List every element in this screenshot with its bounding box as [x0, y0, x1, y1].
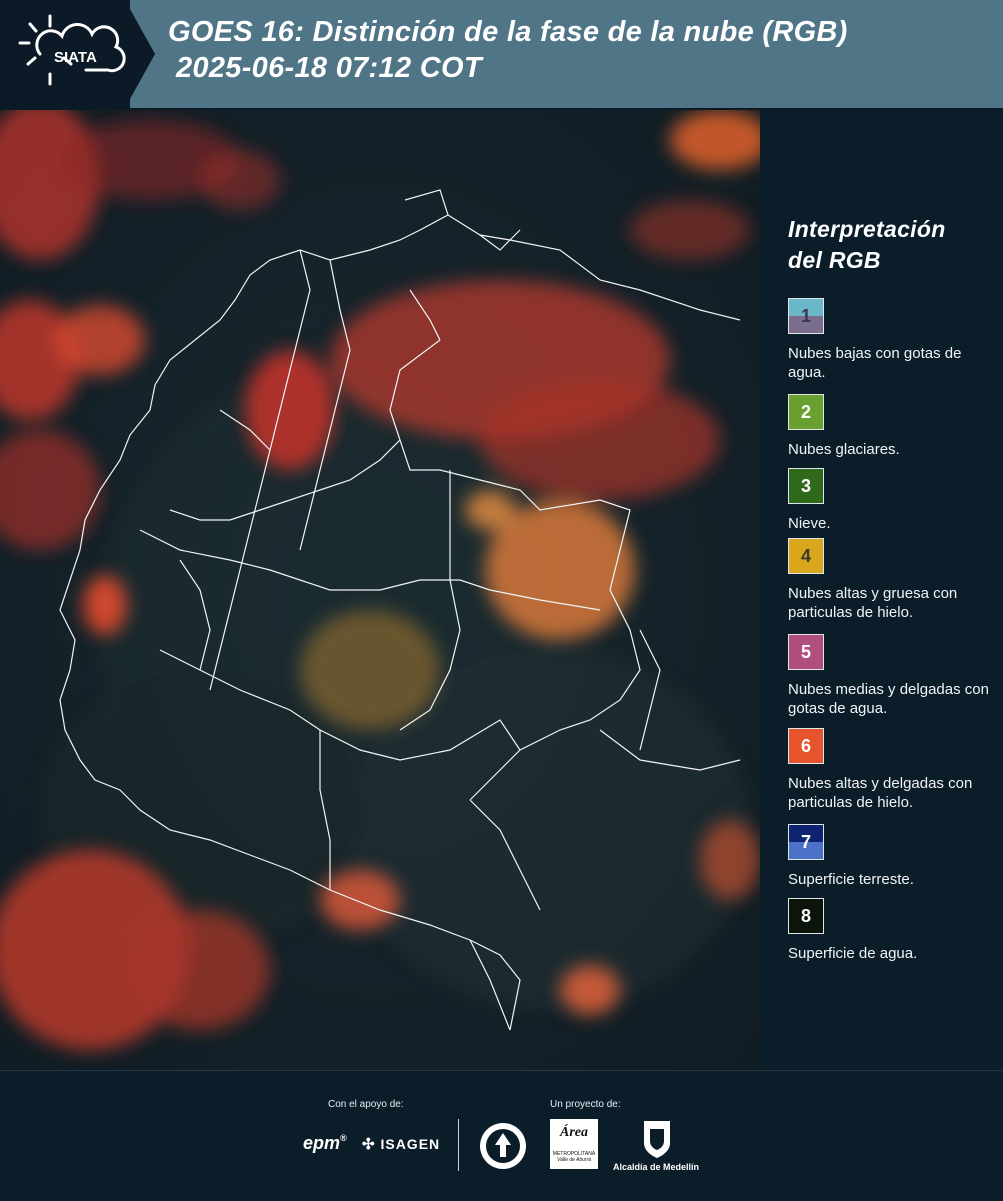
- legend-number: 7: [800, 831, 811, 852]
- legend-item-5: 5 Nubes medias y delgadas con gotas de ag…: [788, 634, 993, 718]
- legend-swatch: 7: [788, 824, 824, 860]
- epm-logo-text: epm: [303, 1133, 341, 1153]
- legend-item-6: 6 Nubes altas y delgadas con particulas d…: [788, 728, 993, 812]
- legend-label: Nubes medias y delgadas con gotas de agu…: [788, 681, 989, 717]
- legend-item-3: 3 Nieve.: [788, 468, 993, 533]
- legend-swatch: 4: [788, 538, 824, 574]
- siata-logo: SIATA: [0, 0, 155, 108]
- legend-swatch: 6: [788, 728, 824, 764]
- alcaldia-shield-icon: [644, 1121, 670, 1158]
- legend-title-line-2: del RGB: [788, 247, 881, 273]
- legend-item-1: 1 Nubes bajas con gotas de agua.: [788, 298, 993, 382]
- legend-label: Nubes bajas con gotas de agua.: [788, 345, 962, 381]
- siata-logo-text: SIATA: [54, 49, 97, 66]
- legend-number: 5: [800, 641, 811, 662]
- legend-item-4: 4 Nubes altas y gruesa con particulas de …: [788, 538, 993, 622]
- isagen-logo: ✣ ISAGEN: [362, 1135, 440, 1153]
- legend-swatch: 2: [788, 394, 824, 430]
- legend-number: 4: [800, 545, 811, 566]
- legend-item-7: 7 Superficie terreste.: [788, 824, 993, 889]
- legend-swatch: 5: [788, 634, 824, 670]
- legend-swatch: 3: [788, 468, 824, 504]
- legend-number: 8: [800, 905, 811, 926]
- legend-item-8: 8 Superficie de agua.: [788, 898, 993, 963]
- legend-label: Superficie terreste.: [788, 871, 914, 888]
- legend-title: Interpretación del RGB: [788, 214, 988, 276]
- satellite-rgb-map: [0, 110, 760, 1070]
- medellin-seal-icon: [480, 1123, 526, 1169]
- legend-number: 1: [800, 305, 811, 326]
- legend-number: 3: [800, 475, 811, 496]
- legend-panel: Interpretación del RGB 1 Nubes bajas con …: [788, 214, 989, 962]
- alcaldia-logo-text: Alcaldía de Medellín: [613, 1162, 700, 1172]
- isagen-mark-icon: ✣: [362, 1136, 376, 1153]
- legend-swatch: 1: [788, 298, 824, 334]
- footer: Con el apoyo de: Un proyecto de: epm® ✣ …: [0, 1070, 1003, 1201]
- area-logo-line-3: Valle de Aburrá: [556, 1157, 592, 1163]
- legend-number: 2: [800, 401, 811, 422]
- legend-label: Nieve.: [788, 515, 831, 532]
- page-title: GOES 16: Distinción de la fase de la nub…: [168, 14, 848, 86]
- header-bar: SIATA GOES 16: Distinción de la fase de …: [0, 0, 1003, 110]
- title-line-1: GOES 16: Distinción de la fase de la nub…: [168, 16, 848, 48]
- support-label: Con el apoyo de:: [328, 1099, 404, 1110]
- area-logo-line-1: Área: [560, 1125, 588, 1140]
- area-metropolitana-logo: Área METROPOLITANA Valle de Aburrá: [550, 1119, 598, 1169]
- legend-label: Superficie de agua.: [788, 945, 918, 962]
- legend-label: Nubes altas y gruesa con particulas de h…: [788, 585, 958, 621]
- legend-swatch: 8: [788, 898, 824, 934]
- legend-label: Nubes glaciares.: [788, 441, 900, 458]
- footer-divider: [458, 1119, 459, 1171]
- legend-label: Nubes altas y delgadas con particulas de…: [788, 775, 973, 811]
- isagen-logo-text: ISAGEN: [380, 1136, 441, 1152]
- epm-logo: epm®: [303, 1133, 347, 1153]
- legend-title-line-1: Interpretación: [788, 216, 946, 242]
- title-line-2: 2025-06-18 07:12 COT: [176, 52, 482, 84]
- project-label: Un proyecto de:: [550, 1099, 621, 1110]
- legend-number: 6: [800, 735, 811, 756]
- legend-item-2: 2 Nubes glaciares.: [788, 394, 993, 459]
